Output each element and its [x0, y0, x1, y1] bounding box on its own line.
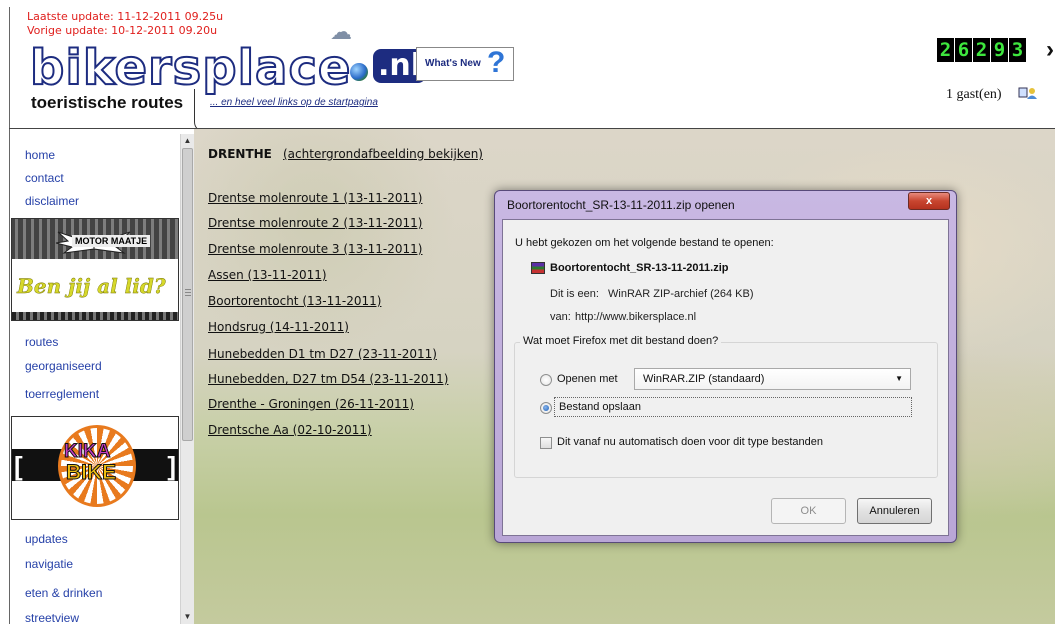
- whats-new-button[interactable]: What's New ?: [416, 46, 514, 81]
- sidebar-link-disclaimer[interactable]: disclaimer: [25, 194, 79, 208]
- application-select-value: WinRAR.ZIP (standaard): [643, 373, 765, 385]
- save-file-radio[interactable]: [540, 402, 552, 414]
- motor-maatje-logo: MOTOR MAATJE: [72, 235, 151, 247]
- auto-action-checkbox[interactable]: [540, 437, 552, 449]
- grip-icon: [185, 289, 191, 296]
- sidebar-link-toerreglement[interactable]: toerreglement: [25, 387, 99, 401]
- route-link[interactable]: Assen (13-11-2011): [208, 268, 327, 282]
- guest-count: 1 gast(en): [946, 87, 1002, 102]
- file-source-value: http://www.bikersplace.nl: [575, 311, 697, 323]
- route-link[interactable]: Hondsrug (14-11-2011): [208, 320, 349, 334]
- whats-new-label: What's New: [425, 58, 481, 69]
- route-link[interactable]: Drentse molenroute 1 (13-11-2011): [208, 191, 422, 205]
- sidebar-link-streetview[interactable]: streetview: [25, 611, 79, 624]
- scroll-down-icon[interactable]: ▼: [181, 610, 194, 624]
- file-type-label: Dit is een:: [550, 288, 599, 300]
- last-update-text: Laatste update: 11-12-2011 09.25u: [27, 10, 224, 23]
- guest-users-icon[interactable]: [1018, 86, 1038, 100]
- kika-bike-banner[interactable]: [ ] KIKA BIKE: [11, 416, 179, 520]
- motor-maatje-banner[interactable]: MOTOR MAATJE Ben jij al lid?: [11, 218, 179, 321]
- sidebar-link-navigatie[interactable]: navigatie: [25, 557, 73, 571]
- auto-action-label[interactable]: Dit vanaf nu automatisch doen voor dit t…: [557, 436, 823, 448]
- sidebar-link-updates[interactable]: updates: [25, 532, 68, 546]
- scrollbar-thumb[interactable]: [182, 148, 193, 441]
- counter-arrow-icon: ›: [1046, 36, 1054, 63]
- site-logo[interactable]: bikersplace: [29, 43, 351, 93]
- counter-digit: 6: [955, 38, 972, 62]
- close-icon: x: [925, 195, 933, 207]
- file-type-value: WinRAR ZIP-archief (264 KB): [608, 288, 754, 300]
- bike-text: BIKE: [65, 461, 117, 484]
- application-select[interactable]: WinRAR.ZIP (standaard) ▼: [634, 368, 911, 390]
- logo-divider: [194, 89, 207, 132]
- save-file-label: Bestand opslaan: [559, 401, 641, 413]
- dialog-title: Boortorentocht_SR-13-11-2011.zip openen: [507, 198, 735, 212]
- chevron-down-icon: ▼: [895, 374, 903, 383]
- save-file-option[interactable]: Bestand opslaan: [554, 397, 912, 417]
- banner-pattern: [12, 312, 178, 320]
- site-subtitle: toeristische routes: [31, 93, 184, 112]
- counter-digit: 9: [991, 38, 1008, 62]
- route-link[interactable]: Drentsche Aa (02-10-2011): [208, 423, 372, 437]
- startpage-links-link[interactable]: ... en heel veel links op de startpagina: [210, 97, 378, 108]
- site-header: Laatste update: 11-12-2011 09.25u Vorige…: [9, 7, 1055, 132]
- sidebar-link-eten-drinken[interactable]: eten & drinken: [25, 586, 102, 600]
- cancel-button[interactable]: Annuleren: [857, 498, 932, 524]
- sidebar-link-routes[interactable]: routes: [25, 335, 58, 349]
- route-link[interactable]: Hunebedden, D27 tm D54 (23-11-2011): [208, 372, 448, 386]
- sidebar-link-georganiseerd[interactable]: georganiseerd: [25, 359, 102, 373]
- file-name: Boortorentocht_SR-13-11-2011.zip: [550, 262, 729, 274]
- background-image-link[interactable]: (achtergrondafbeelding bekijken): [283, 147, 483, 161]
- sidebar-link-contact[interactable]: contact: [25, 171, 64, 185]
- globe-icon: [350, 63, 368, 81]
- ok-button[interactable]: OK: [771, 498, 846, 524]
- bracket-right-icon: ]: [167, 451, 176, 481]
- close-button[interactable]: x: [908, 192, 950, 210]
- sidebar-scrollbar[interactable]: ▲ ▼: [180, 134, 194, 624]
- dialog-body: U hebt gekozen om het volgende bestand t…: [502, 219, 949, 536]
- sidebar-nav: home contact disclaimer MOTOR MAATJE Ben…: [9, 129, 181, 624]
- dialog-intro-text: U hebt gekozen om het volgende bestand t…: [515, 237, 774, 249]
- action-group: Wat moet Firefox met dit bestand doen? O…: [514, 335, 938, 478]
- question-mark-icon: ?: [487, 46, 506, 79]
- open-with-radio[interactable]: [540, 374, 552, 386]
- file-source-label: van:: [550, 311, 571, 323]
- route-link[interactable]: Drentse molenroute 2 (13-11-2011): [208, 216, 422, 230]
- region-title: DRENTHE: [208, 147, 272, 161]
- sidebar-link-home[interactable]: home: [25, 148, 55, 162]
- route-link[interactable]: Drentse molenroute 3 (13-11-2011): [208, 242, 422, 256]
- counter-digit: 2: [973, 38, 990, 62]
- counter-digit: 3: [1009, 38, 1026, 62]
- route-link[interactable]: Boortorentocht (13-11-2011): [208, 294, 381, 308]
- scroll-up-icon[interactable]: ▲: [181, 134, 194, 148]
- previous-update-text: Vorige update: 10-12-2011 09.20u: [27, 24, 218, 37]
- route-link[interactable]: Drenthe - Groningen (26-11-2011): [208, 397, 414, 411]
- counter-digit: 2: [937, 38, 954, 62]
- visitor-counter: 2 6 2 9 3: [937, 38, 1026, 62]
- file-open-dialog: Boortorentocht_SR-13-11-2011.zip openen …: [494, 190, 957, 543]
- winrar-archive-icon: [531, 262, 545, 274]
- open-with-label[interactable]: Openen met: [557, 373, 618, 385]
- action-question: Wat moet Firefox met dit bestand doen?: [520, 335, 722, 347]
- bracket-left-icon: [: [14, 451, 23, 481]
- banner-slogan: Ben jij al lid?: [17, 274, 166, 298]
- kika-text: KIKA: [63, 441, 111, 462]
- route-link[interactable]: Hunebedden D1 tm D27 (23-11-2011): [208, 347, 437, 361]
